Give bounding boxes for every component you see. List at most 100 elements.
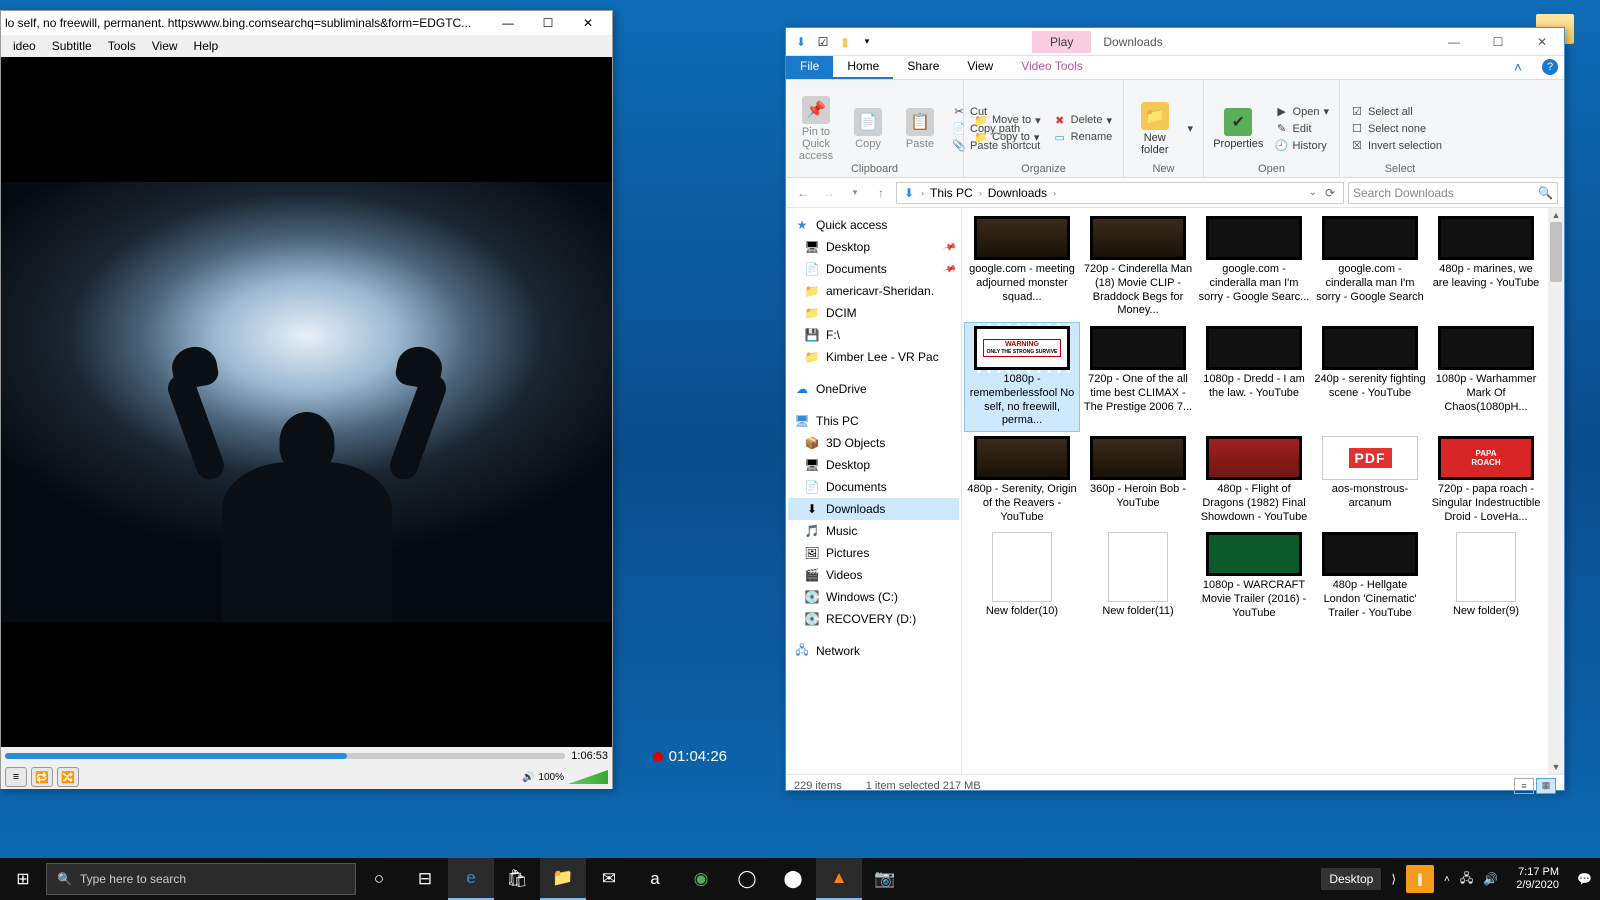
vlc-titlebar[interactable]: lo self, no freewill, permanent. httpsww…	[1, 11, 612, 35]
tab-home[interactable]: Home	[833, 56, 893, 79]
up-button[interactable]: ↑	[870, 182, 892, 204]
network-section[interactable]: 🖧Network	[788, 640, 959, 662]
file-item[interactable]: WARNINGONLY THE STRONG SURVIVE1080p - re…	[964, 322, 1080, 432]
properties-button[interactable]: ✔Properties	[1210, 106, 1267, 152]
tray-chevron-icon[interactable]: ˄	[1444, 874, 1450, 885]
search-input[interactable]: Search Downloads 🔍	[1348, 182, 1558, 204]
file-item[interactable]: 360p - Heroin Bob - YouTube	[1080, 432, 1196, 528]
file-item[interactable]: 480p - marines, we are leaving - YouTube	[1428, 212, 1544, 322]
file-item[interactable]: PDFaos-monstrous-arcanum	[1312, 432, 1428, 528]
mail-icon[interactable]: ✉	[586, 858, 632, 900]
nav-quick-item[interactable]: 💾F:\	[788, 324, 959, 346]
nav-pc-item[interactable]: 🖼Pictures	[788, 542, 959, 564]
playlist-button[interactable]: ≡	[5, 767, 27, 787]
file-item[interactable]: 1080p - Warhammer Mark Of Chaos(1080pH..…	[1428, 322, 1544, 432]
start-button[interactable]: ⊞	[0, 858, 46, 900]
breadcrumb-thispc[interactable]: This PC	[928, 186, 975, 200]
menu-view[interactable]: View	[144, 37, 186, 55]
open-button[interactable]: ▶Open ▾	[1271, 104, 1333, 120]
copy-to-button[interactable]: 📁Copy to ▾	[970, 129, 1045, 145]
close-button[interactable]: ✕	[1520, 28, 1564, 56]
file-item[interactable]: google.com - cinderalla man I'm sorry - …	[1312, 212, 1428, 322]
qat-dropdown-icon[interactable]: ▾	[858, 33, 876, 51]
address-bar[interactable]: ⬇ › This PC › Downloads › ⌄ ⟳	[896, 182, 1344, 204]
vlc-seekbar[interactable]: 1:06:53	[1, 747, 612, 765]
qat-props-icon[interactable]: ☑	[814, 33, 832, 51]
vlc-video-area[interactable]: 01:04:26	[1, 57, 612, 747]
pin-quick-access-button[interactable]: 📌Pin to Quick access	[792, 94, 840, 164]
nav-pc-item[interactable]: 💽RECOVERY (D:)	[788, 608, 959, 630]
menu-subtitle[interactable]: Subtitle	[44, 37, 100, 55]
thumbnails-view-button[interactable]: ▦	[1536, 778, 1556, 794]
recent-dropdown[interactable]: ▾	[844, 182, 866, 204]
nav-pc-item[interactable]: 🎵Music	[788, 520, 959, 542]
file-item[interactable]: 1080p - WARCRAFT Movie Trailer (2016) - …	[1196, 528, 1312, 624]
scrollbar[interactable]: ▲▼	[1548, 208, 1564, 774]
notifications-icon[interactable]: 💬	[1577, 872, 1592, 886]
file-item[interactable]: google.com - meeting adjourned monster s…	[964, 212, 1080, 322]
file-list[interactable]: google.com - meeting adjourned monster s…	[962, 208, 1564, 774]
tray-paused-icon[interactable]: ∥	[1406, 865, 1434, 893]
taskbar-search[interactable]: 🔍 Type here to search	[46, 863, 356, 895]
file-item[interactable]: 480p - Serenity, Origin of the Reavers -…	[964, 432, 1080, 528]
details-view-button[interactable]: ≡	[1514, 778, 1534, 794]
menu-video[interactable]: ideo	[5, 37, 44, 55]
show-desktop-label[interactable]: Desktop	[1321, 868, 1381, 890]
tripadvisor-icon[interactable]: ◉	[678, 858, 724, 900]
tab-view[interactable]: View	[953, 56, 1007, 79]
ribbon-collapse-icon[interactable]: ˄	[1500, 56, 1536, 79]
task-view-icon[interactable]: ⊟	[402, 858, 448, 900]
menu-tools[interactable]: Tools	[100, 37, 144, 55]
cortana-icon[interactable]: ○	[356, 858, 402, 900]
file-item[interactable]: 720p - One of the all time best CLIMAX -…	[1080, 322, 1196, 432]
nav-quick-item[interactable]: 📁Kimber Lee - VR Pac	[788, 346, 959, 368]
nav-quick-item[interactable]: 📄Documents	[788, 258, 959, 280]
file-item[interactable]: New folder(11)	[1080, 528, 1196, 624]
file-item[interactable]: PAPAROACH720p - papa roach - Singular In…	[1428, 432, 1544, 528]
nav-pc-item[interactable]: 💽Windows (C:)	[788, 586, 959, 608]
video-tools-play-tab[interactable]: Play	[1032, 31, 1091, 53]
random-button[interactable]: 🔀	[57, 767, 79, 787]
delete-button[interactable]: ✖Delete ▾	[1049, 112, 1117, 128]
thispc-section[interactable]: 🖥This PC	[788, 410, 959, 432]
edit-button[interactable]: ✎Edit	[1271, 121, 1333, 137]
new-item-button[interactable]: ▾	[1183, 121, 1197, 136]
minimize-button[interactable]: —	[1432, 28, 1476, 56]
qat-folder-icon[interactable]: ▮	[836, 33, 854, 51]
nav-pc-item[interactable]: 📄Documents	[788, 476, 959, 498]
invert-selection-button[interactable]: ☒Invert selection	[1346, 138, 1446, 154]
back-button[interactable]: ←	[792, 182, 814, 204]
file-item[interactable]: google.com - cinderalla man I'm sorry - …	[1196, 212, 1312, 322]
tray-overflow-icon[interactable]: ⟩	[1391, 872, 1396, 886]
file-item[interactable]: 720p - Cinderella Man (18) Movie CLIP - …	[1080, 212, 1196, 322]
clock[interactable]: 7:17 PM2/9/2020	[1508, 866, 1567, 892]
chrome-icon[interactable]: ◯	[724, 858, 770, 900]
nav-quick-item[interactable]: 📁americavr-Sheridan.	[788, 280, 959, 302]
obs-icon[interactable]: ⬤	[770, 858, 816, 900]
address-dropdown-icon[interactable]: ⌄	[1309, 187, 1317, 198]
mute-icon[interactable]: 🔊	[522, 772, 534, 783]
help-icon[interactable]: ?	[1542, 59, 1558, 75]
maximize-button[interactable]: ☐	[1476, 28, 1520, 56]
file-item[interactable]: 480p - Flight of Dragons (1982) Final Sh…	[1196, 432, 1312, 528]
file-item[interactable]: 480p - Hellgate London 'Cinematic' Trail…	[1312, 528, 1428, 624]
rename-button[interactable]: ▭Rename	[1049, 129, 1117, 145]
maximize-button[interactable]: ☐	[528, 12, 568, 34]
nav-pc-item[interactable]: 🎬Videos	[788, 564, 959, 586]
file-item[interactable]: 240p - serenity fighting scene - YouTube	[1312, 322, 1428, 432]
file-item[interactable]: 1080p - Dredd - I am the law. - YouTube	[1196, 322, 1312, 432]
file-item[interactable]: New folder(9)	[1428, 528, 1544, 624]
minimize-button[interactable]: —	[488, 12, 528, 34]
edge-icon[interactable]: e	[448, 858, 494, 900]
move-to-button[interactable]: 📁Move to ▾	[970, 112, 1045, 128]
select-all-button[interactable]: ☑Select all	[1346, 104, 1446, 120]
tab-share[interactable]: Share	[893, 56, 953, 79]
history-button[interactable]: 🕘History	[1271, 138, 1333, 154]
volume-icon[interactable]: 🔊	[1483, 872, 1498, 886]
qat-save-icon[interactable]: ⬇	[792, 33, 810, 51]
nav-pc-item[interactable]: ⬇Downloads	[788, 498, 959, 520]
tab-video-tools[interactable]: Video Tools	[1007, 56, 1097, 79]
menu-help[interactable]: Help	[186, 37, 227, 55]
refresh-icon[interactable]: ⟳	[1321, 186, 1339, 200]
volume-slider[interactable]	[568, 770, 608, 784]
